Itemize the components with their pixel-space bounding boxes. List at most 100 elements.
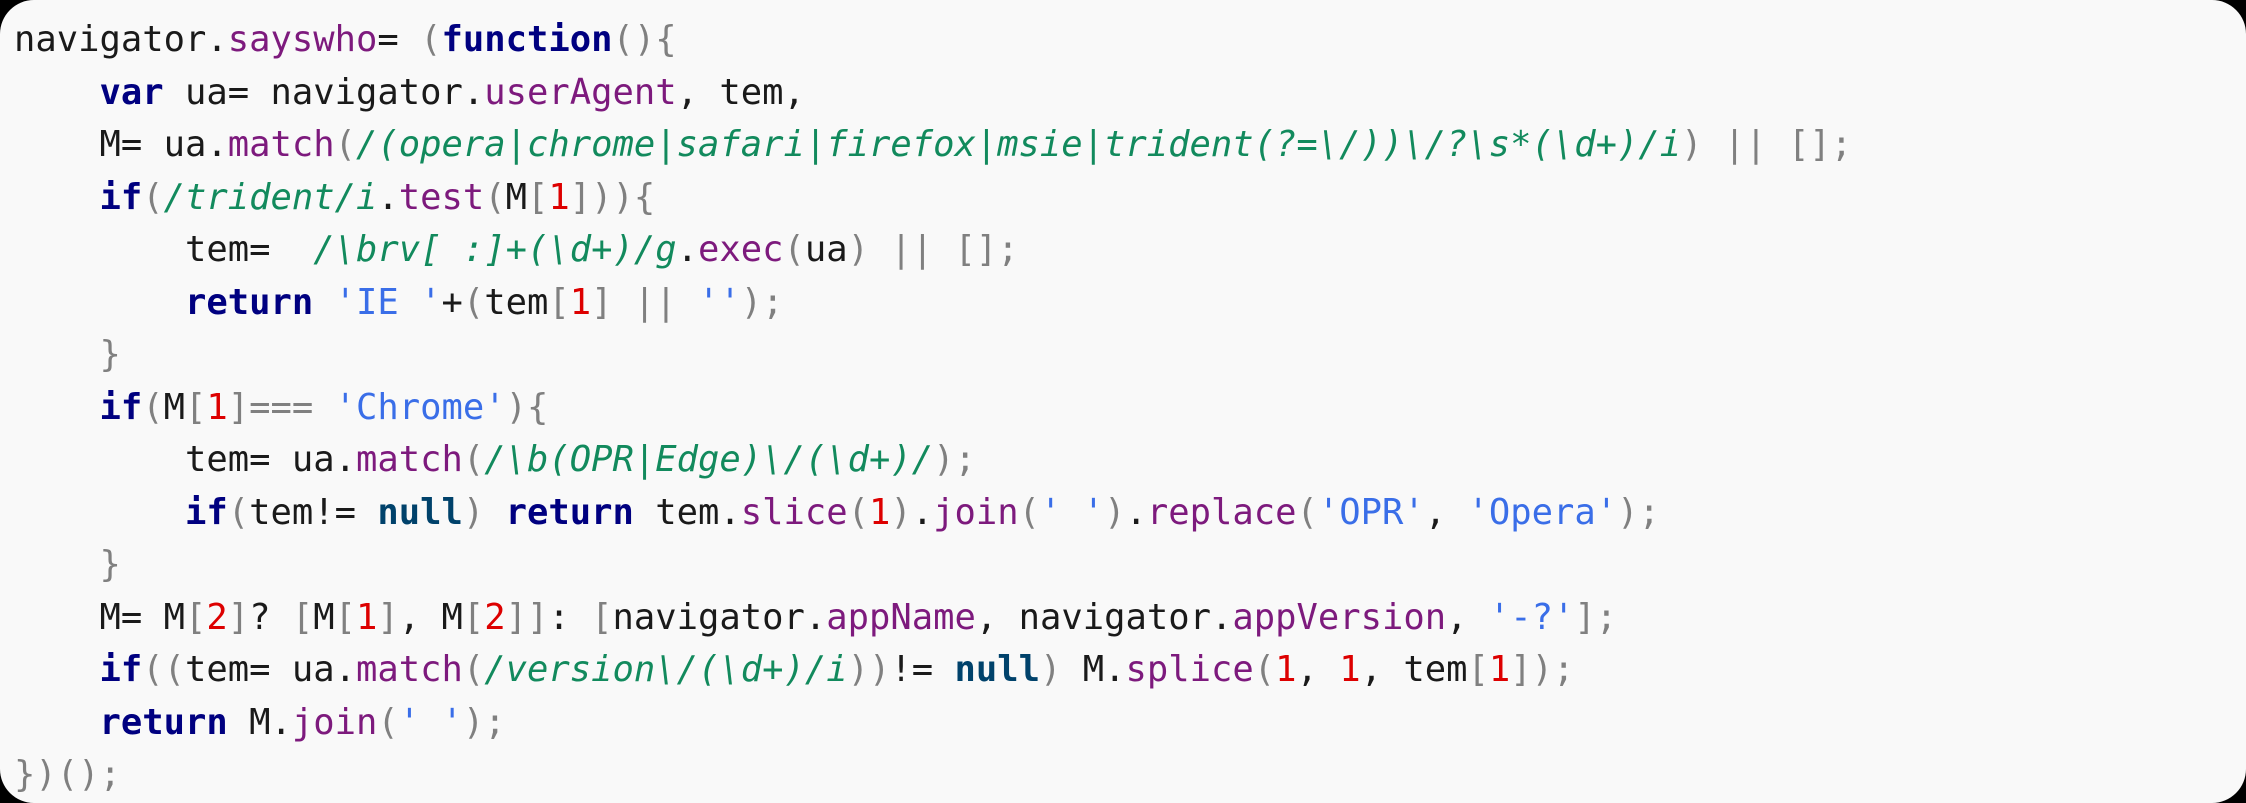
code-token-plain: M — [505, 176, 527, 218]
code-token-property: appVersion — [1232, 596, 1447, 638]
code-token-plain: != — [890, 649, 934, 690]
code-token-punctuation: ( — [227, 491, 250, 533]
code-token-plain: = — [120, 124, 143, 165]
code-token-plain: ua. — [270, 439, 356, 480]
code-token-punctuation: === — [249, 386, 314, 428]
code-token-punctuation: ( — [334, 124, 356, 165]
code-token-punctuation: ); — [933, 439, 976, 480]
code-token-punctuation: ) — [1039, 649, 1062, 690]
code-token-punctuation: ] — [227, 596, 250, 638]
code-token-punctuation: [ — [185, 596, 207, 638]
code-token-punctuation: ]); — [1510, 649, 1575, 690]
code-line: if((tem= ua.match(/version\/(\d+)/i))!= … — [14, 644, 2246, 697]
code-token-punctuation: ( — [142, 386, 164, 428]
code-token-property: slice — [740, 491, 848, 533]
code-token-regex: /trident/i — [163, 176, 378, 218]
code-token-punctuation: (( — [142, 649, 185, 690]
code-token-punctuation: ( — [462, 439, 485, 480]
code-token-punctuation: [ — [591, 596, 613, 638]
code-token-punctuation: ) — [890, 491, 912, 533]
code-token-regex: /\brv[ :]+(\d+)/g — [313, 229, 677, 270]
code-token-plain: tem — [484, 281, 549, 323]
code-token-punctuation: || — [1723, 124, 1767, 165]
code-line: var ua= navigator.userAgent, tem, — [14, 67, 2246, 120]
code-token-keyword: return — [505, 491, 634, 533]
code-token-regex: /(opera|chrome|safari|firefox|msie|tride… — [356, 124, 1682, 165]
code-token-plain: M — [163, 386, 185, 428]
code-token-punctuation: ( — [462, 281, 485, 323]
code-token-plain: . — [1125, 491, 1147, 533]
code-token-string: 'IE ' — [334, 281, 442, 323]
code-line: return M.join(' '); — [14, 697, 2246, 750]
code-token-plain: , — [1424, 491, 1468, 533]
code-token-number: 1 — [868, 491, 891, 533]
code-token-punctuation: [ — [291, 596, 314, 638]
code-token-string: ' ' — [398, 701, 463, 743]
code-token-plain: tem — [14, 229, 250, 270]
code-token-plain: navigator. — [249, 71, 485, 113]
code-token-plain: tem. — [633, 491, 741, 533]
code-token-keyword: if — [99, 176, 143, 218]
code-line: tem= /\brv[ :]+(\d+)/g.exec(ua) || []; — [14, 224, 2246, 277]
code-token-plain: = — [120, 596, 143, 638]
code-token-plain: , tem, — [676, 71, 805, 113]
code-token-punctuation: ( — [1253, 649, 1276, 690]
code-token-punctuation: ]] — [505, 596, 549, 638]
code-token-plain: ua — [163, 71, 228, 113]
code-token-property: sayswho — [227, 19, 378, 60]
code-token-keyword: if — [99, 386, 143, 428]
code-token-punctuation: ); — [740, 281, 784, 323]
code-token-punctuation: ) — [462, 491, 485, 533]
code-token-punctuation: [ — [526, 176, 549, 218]
code-token-string: '-?' — [1488, 596, 1575, 638]
code-token-string: 'Opera' — [1467, 491, 1618, 533]
code-token-property: userAgent — [484, 71, 677, 113]
code-token-plain: navigator — [14, 19, 207, 60]
code-token-string: 'OPR' — [1317, 491, 1425, 533]
code-token-plain: . — [377, 176, 399, 218]
code-token-plain: = — [227, 71, 250, 113]
code-token-plain: = — [377, 19, 399, 60]
code-token-punctuation: ( — [783, 229, 805, 270]
code-token-property: splice — [1125, 649, 1254, 690]
code-token-punctuation: ] — [591, 281, 613, 323]
code-token-punctuation: } — [99, 334, 121, 375]
code-token-string: 'Chrome' — [334, 386, 506, 428]
code-token-plain: tem — [185, 649, 250, 690]
code-token-punctuation: [ — [1467, 649, 1489, 690]
code-token-punctuation: { — [633, 176, 656, 218]
code-token-null-literal: null — [954, 649, 1040, 690]
code-block[interactable]: navigator.sayswho= (function(){ var ua= … — [14, 14, 2246, 802]
code-token-property: appName — [826, 596, 976, 638]
code-token-punctuation: ( — [1018, 491, 1040, 533]
code-token-plain: navigator. — [612, 596, 827, 638]
code-token-punctuation: []; — [1788, 124, 1853, 165]
code-token-plain: M. — [227, 701, 292, 743]
code-line: tem= ua.match(/\b(OPR|Edge)\/(\d+)/); — [14, 434, 2246, 487]
code-token-punctuation: ); — [462, 701, 506, 743]
code-token-plain: : — [548, 596, 570, 638]
code-token-plain: != — [313, 491, 356, 533]
code-token-punctuation: ( — [1296, 491, 1318, 533]
code-token-keyword: var — [99, 71, 164, 113]
code-token-property: join — [933, 491, 1019, 533]
code-line: M= ua.match(/(opera|chrome|safari|firefo… — [14, 119, 2246, 172]
code-token-plain: , — [1296, 649, 1340, 690]
code-token-plain: M — [14, 596, 121, 638]
code-token-plain: ? — [249, 596, 271, 638]
code-token-punctuation: || — [890, 229, 934, 270]
code-token-regex: /\b(OPR|Edge)\/(\d+)/ — [484, 439, 934, 480]
code-token-plain: = — [249, 649, 271, 690]
code-token-regex: /version\/(\d+)/i — [484, 649, 848, 690]
